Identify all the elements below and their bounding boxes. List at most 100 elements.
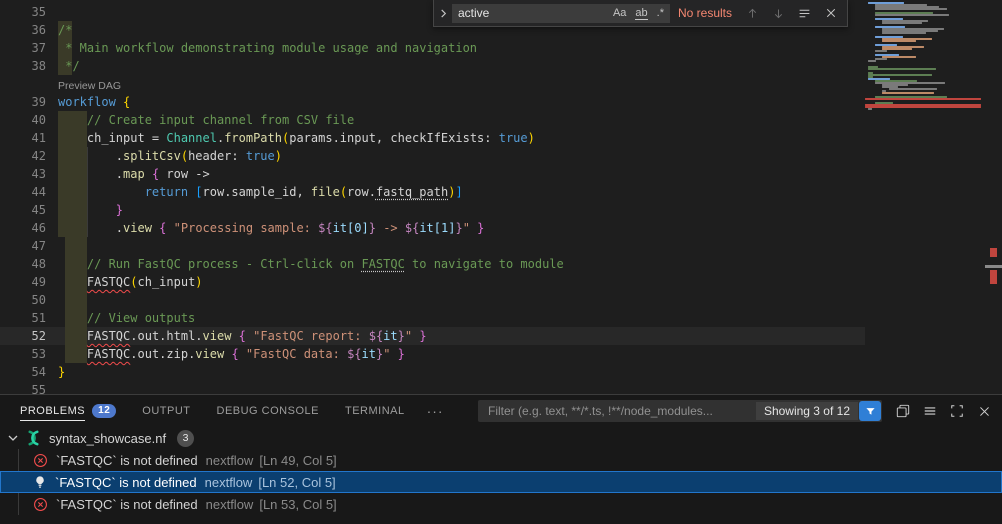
line-number: 48 bbox=[0, 257, 46, 271]
tab-label: TERMINAL bbox=[345, 396, 405, 426]
vscode-window: 35 36 /* 37 * Main workflow demonstrating m… bbox=[0, 0, 1002, 524]
line-number: 39 bbox=[0, 95, 46, 109]
line-number: 36 bbox=[0, 23, 46, 37]
line-number: 38 bbox=[0, 59, 46, 73]
minimap[interactable] bbox=[865, 2, 985, 112]
line-number: 42 bbox=[0, 149, 46, 163]
problem-source: nextflow bbox=[206, 497, 254, 512]
line-text: workflow { bbox=[58, 95, 130, 109]
line-number: 52 bbox=[0, 329, 46, 343]
close-panel-icon[interactable] bbox=[972, 399, 996, 423]
code-line[interactable]: 50 bbox=[0, 291, 865, 309]
toggle-replace-button[interactable] bbox=[434, 0, 452, 26]
line-text: } bbox=[58, 365, 65, 379]
code-line[interactable]: 40 // Create input channel from CSV file bbox=[0, 111, 865, 129]
code-line[interactable]: 51 // View outputs bbox=[0, 309, 865, 327]
problem-row[interactable]: `FASTQC` is not defined nextflow [Ln 53, C… bbox=[0, 493, 1002, 515]
line-number: 50 bbox=[0, 293, 46, 307]
file-problem-count-badge: 3 bbox=[177, 430, 194, 447]
code-line[interactable]: 53 FASTQC.out.zip.view { "FastQC data: $… bbox=[0, 345, 865, 363]
codelens-row: Preview DAG bbox=[0, 75, 865, 93]
tab-output[interactable]: OUTPUT bbox=[142, 395, 190, 427]
problems-file-row[interactable]: syntax_showcase.nf 3 bbox=[0, 427, 1002, 449]
problem-source: nextflow bbox=[206, 453, 254, 468]
chevron-right-icon bbox=[439, 9, 448, 18]
line-text: .view { "Processing sample: ${it[0]} -> … bbox=[58, 221, 484, 235]
code-editor[interactable]: 35 36 /* 37 * Main workflow demonstrating m… bbox=[0, 0, 1002, 394]
code-line[interactable]: 44 return [row.sample_id, file(row.fastq… bbox=[0, 183, 865, 201]
line-text: FASTQC.out.zip.view { "FastQC data: ${it… bbox=[58, 347, 405, 361]
more-actions-icon[interactable]: ··· bbox=[427, 403, 444, 419]
next-match-icon[interactable] bbox=[770, 5, 787, 22]
line-text: /* bbox=[58, 23, 72, 37]
code-line[interactable]: 38 */ bbox=[0, 57, 865, 75]
showing-count-badge: Showing 3 of 12 bbox=[756, 402, 858, 420]
overview-ruler[interactable] bbox=[985, 0, 1002, 394]
error-icon bbox=[33, 453, 48, 468]
tab-terminal[interactable]: TERMINAL bbox=[345, 395, 405, 427]
collapse-all-icon[interactable] bbox=[918, 399, 942, 423]
codelens-preview-dag[interactable]: Preview DAG bbox=[58, 80, 121, 93]
code-line[interactable]: 41 ch_input = Channel.fromPath(params.in… bbox=[0, 129, 865, 147]
tab-debug-console[interactable]: DEBUG CONSOLE bbox=[217, 395, 319, 427]
code-line[interactable]: 48 // Run FastQC process - Ctrl-click on… bbox=[0, 255, 865, 273]
maximize-panel-icon[interactable] bbox=[945, 399, 969, 423]
code-line[interactable]: 39 workflow { bbox=[0, 93, 865, 111]
find-results-count: No results bbox=[678, 6, 732, 20]
filter-icon[interactable] bbox=[859, 401, 881, 421]
line-text: return [row.sample_id, file(row.fastq_pa… bbox=[58, 185, 463, 199]
line-number: 43 bbox=[0, 167, 46, 181]
problems-filter-box: Showing 3 of 12 bbox=[478, 400, 882, 422]
find-input[interactable] bbox=[458, 6, 576, 20]
nextflow-file-icon bbox=[24, 430, 43, 446]
line-number: 37 bbox=[0, 41, 46, 55]
problems-tree: syntax_showcase.nf 3 `FASTQC` is not def… bbox=[0, 427, 1002, 515]
line-number: 51 bbox=[0, 311, 46, 325]
code-line[interactable]: 49 FASTQC(ch_input) bbox=[0, 273, 865, 291]
code-line[interactable]: 46 .view { "Processing sample: ${it[0]} … bbox=[0, 219, 865, 237]
tab-label: DEBUG CONSOLE bbox=[217, 396, 319, 426]
whole-word-icon[interactable]: ab bbox=[635, 7, 647, 20]
line-number: 46 bbox=[0, 221, 46, 235]
code-line[interactable]: 42 .splitCsv(header: true) bbox=[0, 147, 865, 165]
line-text: FASTQC(ch_input) bbox=[58, 275, 203, 289]
regex-icon[interactable]: .* bbox=[657, 7, 664, 19]
current-line-marker bbox=[985, 265, 1002, 268]
line-text: */ bbox=[58, 59, 80, 73]
view-as-table-icon[interactable] bbox=[891, 399, 915, 423]
chevron-down-icon bbox=[8, 433, 18, 443]
problem-location: [Ln 53, Col 5] bbox=[259, 497, 336, 512]
problem-row[interactable]: `FASTQC` is not definednextflow[Ln 49, C… bbox=[0, 449, 1002, 471]
selection-band bbox=[65, 291, 87, 309]
line-number: 35 bbox=[0, 5, 46, 19]
line-text: * Main workflow demonstrating module usa… bbox=[58, 41, 477, 55]
match-case-icon[interactable]: Aa bbox=[613, 7, 626, 19]
code-line[interactable]: 52 FASTQC.out.html.view { "FastQC report… bbox=[0, 327, 865, 345]
line-number: 44 bbox=[0, 185, 46, 199]
line-number: 41 bbox=[0, 131, 46, 145]
code-line[interactable]: 54} bbox=[0, 363, 865, 381]
find-options: Aa ab .* bbox=[613, 7, 664, 20]
problems-filter-input[interactable] bbox=[486, 403, 756, 419]
find-input-box: Aa ab .* bbox=[452, 4, 670, 23]
line-number: 53 bbox=[0, 347, 46, 361]
problem-row[interactable]: `FASTQC` is not definednextflow[Ln 52, C… bbox=[0, 471, 1002, 493]
find-in-selection-icon[interactable] bbox=[796, 5, 813, 22]
line-text: } bbox=[58, 203, 123, 217]
minimap-line bbox=[865, 110, 985, 112]
problem-source: nextflow bbox=[205, 475, 253, 490]
problem-message: `FASTQC` is not defined bbox=[56, 497, 198, 512]
error-marker bbox=[990, 270, 997, 284]
line-text: // Run FastQC process - Ctrl-click on FA… bbox=[58, 257, 564, 271]
previous-match-icon[interactable] bbox=[744, 5, 761, 22]
code-line[interactable]: 47 bbox=[0, 237, 865, 255]
tab-problems[interactable]: PROBLEMS12 bbox=[20, 395, 116, 427]
file-name: syntax_showcase.nf bbox=[49, 431, 166, 446]
close-find-icon[interactable] bbox=[822, 5, 839, 22]
line-text: FASTQC.out.html.view { "FastQC report: $… bbox=[58, 329, 427, 343]
code-line[interactable]: 37 * Main workflow demonstrating module … bbox=[0, 39, 865, 57]
code-line[interactable]: 43 .map { row -> bbox=[0, 165, 865, 183]
line-number: 54 bbox=[0, 365, 46, 379]
problem-location: [Ln 52, Col 5] bbox=[258, 475, 335, 490]
code-line[interactable]: 45 } bbox=[0, 201, 865, 219]
